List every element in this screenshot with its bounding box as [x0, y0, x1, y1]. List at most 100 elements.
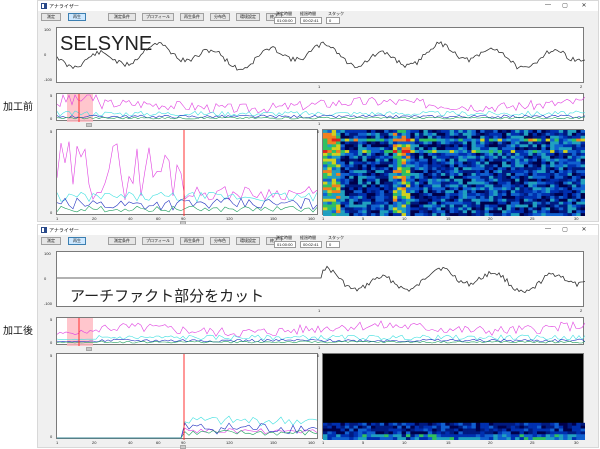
measure-time-field: 01:00:00	[274, 241, 296, 248]
elapsed-time-field: 00:02:41	[300, 17, 322, 24]
measure-button[interactable]: 測定	[41, 237, 61, 245]
trend-line	[57, 334, 585, 341]
spectrum-y-tick: 0	[50, 434, 53, 439]
trend-strip-plot	[57, 318, 585, 346]
spectrum-x-tick: 40	[128, 440, 133, 445]
profile-button[interactable]: プロフィール	[142, 13, 174, 21]
stack-field: 0	[326, 241, 340, 248]
title-bar: アナライザー — ▢ ✕	[38, 1, 598, 11]
spectrum-plot	[57, 130, 318, 216]
spectrogram-heatmap-panel	[322, 129, 585, 216]
heatmap-y-tick: 0	[317, 129, 320, 134]
title-bar: アナライザー — ▢ ✕	[38, 225, 598, 235]
spectrogram-heatmap	[323, 422, 585, 440]
trend-y-tick: 5	[50, 93, 53, 98]
spectrum-y-tick: 5	[50, 129, 53, 134]
spectrum-x-tick: 40	[128, 216, 133, 221]
spectrum-panel	[56, 353, 318, 440]
trend-line	[57, 320, 585, 338]
heatmap-x-tick: 1	[322, 216, 325, 221]
minimize-icon[interactable]: —	[543, 2, 553, 8]
heatmap-x-tick: 20	[488, 440, 493, 445]
spectrum-x-tick: 20	[92, 216, 97, 221]
spectrum-line	[57, 427, 318, 439]
waveform-x-tick: 1	[318, 308, 321, 313]
heatmap-x-tick: 25	[530, 216, 535, 221]
spectrum-line	[57, 205, 318, 213]
close-icon[interactable]: ✕	[579, 226, 589, 233]
spectrogram-heatmap	[323, 130, 585, 216]
playback-button[interactable]: 再生	[68, 237, 86, 245]
waveform-y-tick: 0	[44, 52, 47, 57]
distribution-color-button[interactable]: 分布色	[210, 13, 230, 21]
measure-settings-button[interactable]: 測定条件	[108, 237, 136, 245]
heatmap-x-tick: 1	[322, 440, 325, 445]
waveform-x-tick: 1	[318, 84, 321, 89]
trend-scroll-thumb[interactable]	[86, 347, 92, 351]
spectrum-y-tick: 0	[50, 210, 53, 215]
measure-settings-button[interactable]: 測定条件	[108, 13, 136, 21]
waveform-y-tick: -100	[44, 77, 53, 82]
spectrum-x-tick: 20	[92, 440, 97, 445]
trend-x-tick: 1	[318, 345, 321, 350]
playback-settings-button[interactable]: 再生条件	[180, 13, 204, 21]
preferences-button[interactable]: 環境設定	[236, 237, 260, 245]
stack-field: 0	[326, 17, 340, 24]
waveform-y-tick: 100	[44, 251, 51, 256]
trend-scroll-thumb[interactable]	[86, 123, 92, 127]
heatmap-x-tick: 20	[488, 216, 493, 221]
spectrum-x-tick: 1	[56, 440, 59, 445]
spectrum-x-tick: 160	[308, 216, 315, 221]
distribution-color-button[interactable]: 分布色	[210, 237, 230, 245]
spectrum-x-tick: 150	[270, 216, 277, 221]
spectrum-x-tick: 120	[226, 216, 233, 221]
window-title: アナライザー	[49, 4, 79, 10]
trend-line	[57, 340, 585, 344]
spectrogram-heatmap-panel	[322, 353, 585, 440]
after-processing-label: 加工後	[3, 326, 33, 337]
preferences-button[interactable]: 環境設定	[236, 13, 260, 21]
trend-line	[57, 116, 585, 120]
measure-button[interactable]: 測定	[41, 13, 61, 21]
heatmap-x-tick: 25	[530, 440, 535, 445]
heatmap-x-tick: 30	[574, 216, 579, 221]
spectrum-line	[57, 197, 318, 211]
spectrum-scroll-thumb[interactable]	[180, 445, 186, 449]
before-processing-label: 加工前	[3, 102, 33, 113]
trend-strip-plot	[57, 94, 585, 122]
trend-y-tick: 0	[50, 116, 53, 121]
heatmap-x-tick: 5	[362, 216, 365, 221]
trend-x-tick: 1	[318, 121, 321, 126]
spectrum-line	[57, 141, 318, 201]
spectrum-y-tick: 5	[50, 353, 53, 358]
heatmap-x-tick: 5	[362, 440, 365, 445]
playback-settings-button[interactable]: 再生条件	[180, 237, 204, 245]
trend-y-tick: 0	[50, 340, 53, 345]
spectrum-line	[57, 422, 318, 439]
app-icon	[41, 3, 47, 9]
selsyne-overlay-text: SELSYNE	[60, 33, 153, 55]
profile-button[interactable]: プロフィール	[142, 237, 174, 245]
window-title: アナライザー	[49, 228, 79, 234]
waveform-x-tick: 2	[580, 308, 583, 313]
heatmap-x-tick: 15	[446, 440, 451, 445]
maximize-icon[interactable]: ▢	[560, 2, 570, 9]
artifact-cut-overlay-text: アーチファクト部分をカット	[70, 288, 265, 305]
spectrum-x-tick: 1	[56, 216, 59, 221]
close-icon[interactable]: ✕	[579, 2, 589, 9]
waveform-y-tick: 0	[44, 276, 47, 281]
playback-button[interactable]: 再生	[68, 13, 86, 21]
spectrum-line	[57, 429, 318, 439]
trend-line	[57, 94, 585, 114]
spectrum-x-tick: 60	[156, 440, 161, 445]
heatmap-y-tick: 0	[317, 353, 320, 358]
spectrum-panel	[56, 129, 318, 216]
trend-strip-panel	[56, 317, 585, 346]
waveform-y-tick: 100	[44, 27, 51, 32]
minimize-icon[interactable]: —	[543, 226, 553, 232]
spectrum-x-tick: 160	[308, 440, 315, 445]
app-icon	[41, 227, 47, 233]
heatmap-x-tick: 10	[402, 216, 407, 221]
maximize-icon[interactable]: ▢	[560, 226, 570, 233]
analyzer-window-after: アナライザー—▢✕測定再生測定条件プロフィール再生条件分布色環境設定終了測定時間…	[37, 224, 599, 449]
